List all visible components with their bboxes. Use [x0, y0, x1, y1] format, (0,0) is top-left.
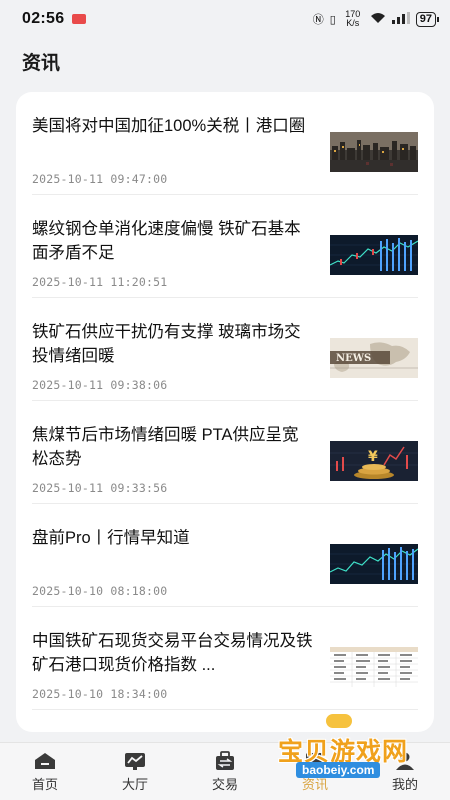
news-thumbnail — [330, 544, 418, 584]
news-thumbnail — [330, 132, 418, 172]
news-time: 2025-10-11 09:33:56 — [32, 481, 168, 495]
nav-hall[interactable]: 大厅 — [90, 743, 180, 800]
news-icon — [306, 752, 324, 769]
chart-hall-icon — [125, 752, 145, 770]
nav-label: 首页 — [31, 776, 58, 792]
news-item[interactable]: 铁矿石供应干扰仍有支撑 玻璃市场交投情绪回暖 2025-10-11 09:38:… — [32, 298, 418, 401]
news-title: 中国铁矿石现货交易平台交易情况及铁矿石港口现货价格指数 ... — [32, 632, 313, 674]
news-title: 铁矿石供应干扰仍有支撑 玻璃市场交投情绪回暖 — [32, 323, 301, 365]
news-map-image: NEWS — [330, 338, 418, 378]
news-title: 美国将对中国加征100%关税丨港口圈 — [32, 117, 306, 135]
news-time: 2025-10-11 11:20:51 — [32, 275, 168, 289]
status-indicators: Ⓝ ▯ 170 K/s 97 — [312, 9, 440, 28]
news-item[interactable]: 盘前Pro丨行情早知道 2025-10-10 08:18:00 — [32, 504, 418, 607]
nav-trade[interactable]: 交易 — [180, 743, 270, 800]
vibrate-icon: ▯ — [329, 13, 336, 26]
home-icon — [35, 752, 55, 769]
profile-icon — [396, 752, 414, 770]
news-time: 2025-10-10 18:34:00 — [32, 687, 168, 701]
news-time: 2025-10-11 09:38:06 — [32, 378, 168, 392]
notification-icon — [72, 14, 87, 24]
nav-label: 资讯 — [301, 776, 328, 792]
news-title: 焦煤节后市场情绪回暖 PTA供应呈宽松态势 — [32, 426, 299, 468]
network-speed: 170 K/s — [345, 9, 361, 28]
nav-label: 我的 — [391, 776, 418, 792]
yen-coins-image: ¥ — [330, 441, 418, 481]
price-table-image — [330, 647, 418, 687]
port-skyline-image — [330, 132, 418, 172]
signal-icon — [391, 11, 410, 27]
bottom-nav: 首页 大厅 交易 资讯 我的 — [0, 742, 450, 800]
page-title: 资讯 — [22, 53, 61, 74]
svg-text:¥: ¥ — [368, 449, 378, 465]
market-chart-image — [330, 544, 418, 584]
status-bar: 02:56 Ⓝ ▯ 170 K/s 97 — [0, 0, 450, 38]
news-item[interactable]: 焦煤节后市场情绪回暖 PTA供应呈宽松态势 2025-10-11 09:33:5… — [32, 401, 418, 504]
nav-news[interactable]: 资讯 — [270, 743, 360, 800]
news-thumbnail: ¥ — [330, 441, 418, 481]
news-list: 美国将对中国加征100%关税丨港口圈 2025-10-11 09:47:00 螺… — [16, 92, 434, 732]
news-item[interactable]: 螺纹钢仓单消化速度偏慢 铁矿石基本面矛盾不足 2025-10-11 11:20:… — [32, 195, 418, 298]
nav-home[interactable]: 首页 — [0, 743, 90, 800]
nav-label: 大厅 — [121, 776, 148, 792]
news-time: 2025-10-11 09:47:00 — [32, 172, 168, 186]
news-thumbnail — [330, 235, 418, 275]
trade-icon — [216, 750, 234, 770]
news-thumbnail: NEWS — [330, 338, 418, 378]
nav-profile[interactable]: 我的 — [360, 743, 450, 800]
status-time: 02:56 — [22, 10, 65, 27]
market-chart-image — [330, 235, 418, 275]
news-thumbnail — [330, 647, 418, 687]
nav-label: 交易 — [211, 776, 238, 792]
svg-text:NEWS: NEWS — [336, 353, 371, 364]
news-title: 盘前Pro丨行情早知道 — [32, 529, 190, 547]
wifi-icon — [370, 12, 386, 27]
news-item[interactable]: 美国将对中国加征100%关税丨港口圈 2025-10-11 09:47:00 — [32, 92, 418, 195]
news-title: 螺纹钢仓单消化速度偏慢 铁矿石基本面矛盾不足 — [32, 220, 301, 262]
news-time: 2025-10-10 08:18:00 — [32, 584, 168, 598]
battery-indicator: 97 — [415, 11, 440, 27]
nfc-icon: Ⓝ — [312, 14, 324, 26]
news-item[interactable]: 中国铁矿石现货交易平台交易情况及铁矿石港口现货价格指数 ... 2025-10-… — [32, 607, 418, 710]
